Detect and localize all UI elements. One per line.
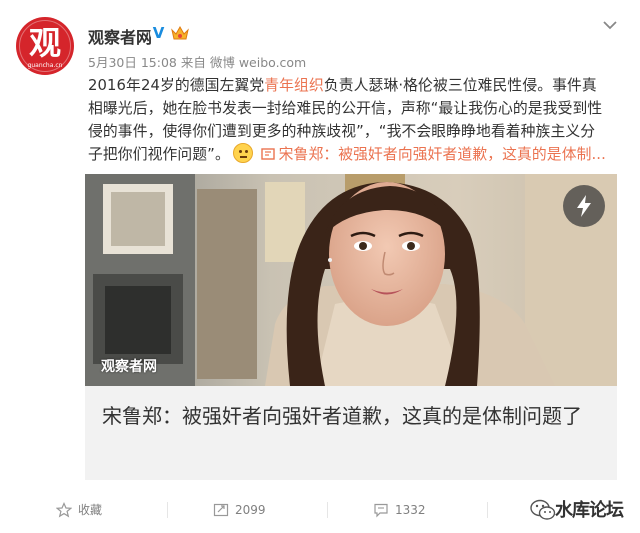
favorite-label: 收藏 <box>78 503 103 517</box>
post-meta: 5月30日 15:08 来自 微博 weibo.com <box>88 52 306 71</box>
divider <box>167 502 168 518</box>
article-card[interactable]: 观察者网 宋鲁郑：被强奸者向强奸者道歉，这真的是体制问题了 <box>85 174 617 480</box>
article-link[interactable]: 宋鲁郑：被强奸者向强奸者道歉，这真的是体制... <box>260 146 606 163</box>
article-link-text: 宋鲁郑：被强奸者向强奸者道歉，这真的是体制... <box>278 146 606 163</box>
topic-link[interactable]: 青年组织 <box>264 77 324 94</box>
article-play-button[interactable] <box>563 185 605 227</box>
thinking-emoji-icon <box>232 143 253 163</box>
repost-count: 2099 <box>235 503 266 517</box>
avatar-logo-subtext: guancha.cn <box>27 62 63 69</box>
divider <box>327 502 328 518</box>
image-watermark: 观察者网 <box>101 359 157 375</box>
forum-watermark: 水库论坛 <box>530 492 630 526</box>
post-text: 2016年24岁的德国左翼党青年组织负责人瑟琳·格伦被三位难民性侵。事件真相曝光… <box>88 74 610 166</box>
article-title[interactable]: 宋鲁郑：被强奸者向强奸者道歉，这真的是体制问题了 <box>102 400 602 433</box>
chevron-down-icon[interactable] <box>603 20 617 30</box>
verified-icon[interactable]: V <box>150 25 167 42</box>
post-source[interactable]: 微博 weibo.com <box>210 55 306 70</box>
source-prefix: 来自 <box>180 55 206 70</box>
lightning-icon <box>577 195 591 217</box>
post-text-part1: 2016年24岁的德国左翼党 <box>88 77 265 94</box>
repost-icon <box>213 503 229 517</box>
post-date[interactable]: 5月30日 15:08 <box>88 55 177 70</box>
wechat-logo-icon <box>530 499 556 520</box>
forum-watermark-text: 水库论坛 <box>555 500 624 521</box>
star-icon <box>56 502 72 518</box>
avatar-logo-char: 观 <box>28 24 61 62</box>
member-crown-icon[interactable] <box>171 26 189 41</box>
woman-portrait-image <box>85 174 617 386</box>
avatar[interactable]: 观 guancha.cn <box>16 17 74 75</box>
divider <box>487 502 488 518</box>
username[interactable]: 观察者网 <box>88 24 152 48</box>
link-icon <box>260 148 275 160</box>
weibo-post-card: 观 guancha.cn 观察者网 V 5月30日 15:08 来自 微博 we… <box>0 0 640 533</box>
comment-count: 1332 <box>395 503 426 517</box>
comment-icon <box>374 503 388 518</box>
article-photo[interactable]: 观察者网 <box>85 174 617 386</box>
